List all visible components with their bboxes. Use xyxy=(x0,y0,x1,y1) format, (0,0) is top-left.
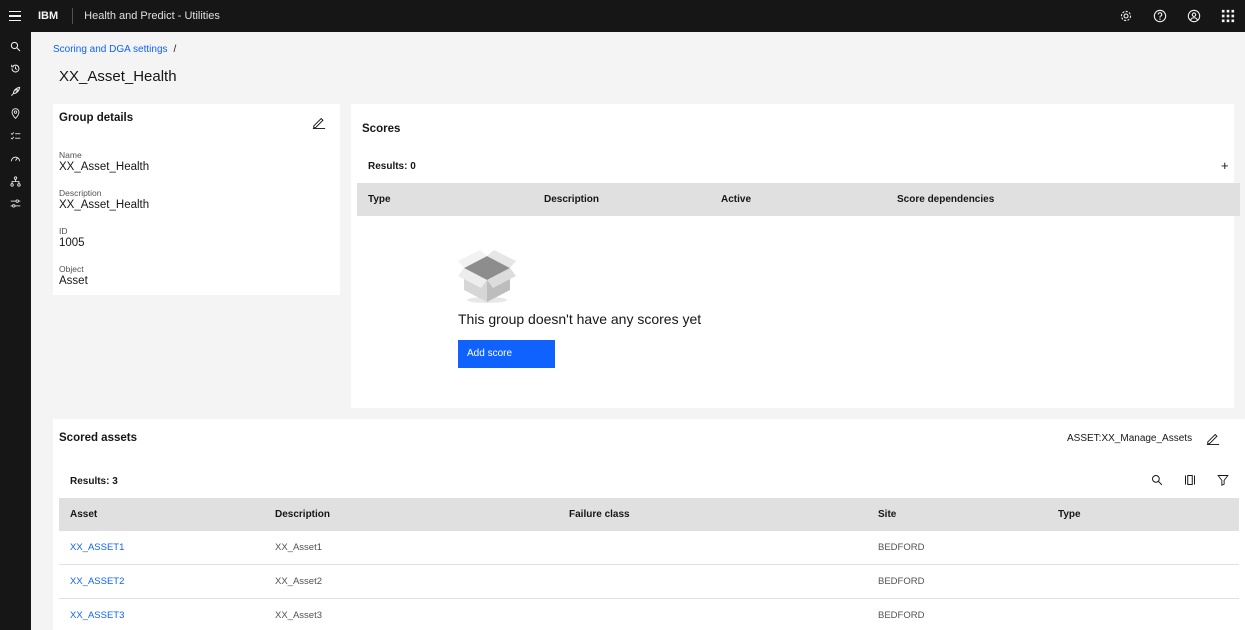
menu-icon[interactable] xyxy=(0,0,30,32)
field-value-description: XX_Asset_Health xyxy=(59,199,150,211)
asset-link[interactable]: XX_ASSET2 xyxy=(70,565,124,599)
empty-state-message: This group doesn't have any scores yet xyxy=(458,311,702,327)
column-header-description[interactable]: Description xyxy=(275,498,330,531)
search-icon[interactable] xyxy=(0,35,31,58)
field-value-object: Asset xyxy=(59,275,88,287)
table-row[interactable]: XX_ASSET3 XX_Asset3 BEDFORD xyxy=(59,599,1239,630)
table-row[interactable]: XX_ASSET2 XX_Asset2 BEDFORD xyxy=(59,565,1239,599)
asset-query-label: ASSET:XX_Manage_Assets xyxy=(1067,433,1193,444)
field-label-id: ID xyxy=(59,226,68,236)
edit-icon[interactable] xyxy=(312,115,328,131)
column-header-type[interactable]: Type xyxy=(368,183,391,216)
settings-icon[interactable] xyxy=(1109,0,1143,32)
search-icon[interactable] xyxy=(1151,473,1167,489)
column-header-type[interactable]: Type xyxy=(1058,498,1081,531)
column-header-asset[interactable]: Asset xyxy=(70,498,97,531)
asset-description: XX_Asset2 xyxy=(275,576,322,587)
header-actions xyxy=(1109,0,1245,32)
breadcrumb: Scoring and DGA settings / xyxy=(53,44,176,55)
location-icon[interactable] xyxy=(0,103,31,126)
filter-icon[interactable] xyxy=(1217,473,1233,489)
scores-table-header: Type Description Active Score dependenci… xyxy=(357,183,1240,216)
empty-box-icon xyxy=(458,250,516,309)
side-nav xyxy=(0,32,31,630)
assets-table-header: Asset Description Failure class Site Typ… xyxy=(59,498,1239,531)
field-value-id: 1005 xyxy=(59,237,85,249)
group-details-card: Group details Name XX_Asset_Health Descr… xyxy=(53,104,340,295)
columns-icon[interactable] xyxy=(1184,473,1200,489)
field-label-name: Name xyxy=(59,150,82,160)
field-label-object: Object xyxy=(59,264,84,274)
recent-icon[interactable] xyxy=(0,58,31,81)
user-icon[interactable] xyxy=(1177,0,1211,32)
gauge-icon[interactable] xyxy=(0,148,31,171)
hierarchy-icon[interactable] xyxy=(0,170,31,193)
scored-assets-card: Scored assets ASSET:XX_Manage_Assets Res… xyxy=(53,419,1245,630)
scored-assets-title: Scored assets xyxy=(59,432,137,444)
add-score-button[interactable]: Add score xyxy=(458,340,555,368)
scores-title: Scores xyxy=(362,123,401,135)
sliders-icon[interactable] xyxy=(0,193,31,216)
field-label-description: Description xyxy=(59,188,102,198)
column-header-site[interactable]: Site xyxy=(878,498,896,531)
breadcrumb-link[interactable]: Scoring and DGA settings xyxy=(53,44,168,55)
column-header-score-dependencies[interactable]: Score dependencies xyxy=(897,183,994,216)
page-title: XX_Asset_Health xyxy=(59,68,177,85)
rocket-icon[interactable] xyxy=(0,80,31,103)
asset-link[interactable]: XX_ASSET1 xyxy=(70,531,124,565)
checklist-icon[interactable] xyxy=(0,125,31,148)
top-header: IBM Health and Predict - Utilities xyxy=(0,0,1245,32)
asset-site: BEDFORD xyxy=(878,610,925,621)
asset-description: XX_Asset1 xyxy=(275,542,322,553)
asset-description: XX_Asset3 xyxy=(275,610,322,621)
asset-site: BEDFORD xyxy=(878,542,925,553)
edit-query-icon[interactable] xyxy=(1206,431,1222,447)
help-icon[interactable] xyxy=(1143,0,1177,32)
breadcrumb-separator: / xyxy=(173,44,177,55)
column-header-failure-class[interactable]: Failure class xyxy=(569,498,630,531)
column-header-description[interactable]: Description xyxy=(544,183,599,216)
app-title: Health and Predict - Utilities xyxy=(84,10,220,22)
scores-card: Scores Results: 0 + Type Description Act… xyxy=(351,104,1240,408)
scores-results-count: Results: 0 xyxy=(368,161,416,172)
column-header-active[interactable]: Active xyxy=(721,183,751,216)
assets-results-count: Results: 3 xyxy=(70,476,118,487)
app-switcher-icon[interactable] xyxy=(1211,0,1245,32)
brand-name[interactable]: IBM xyxy=(30,8,74,24)
add-icon[interactable]: + xyxy=(1221,158,1229,173)
field-value-name: XX_Asset_Health xyxy=(59,161,150,173)
asset-link[interactable]: XX_ASSET3 xyxy=(70,599,124,630)
table-row[interactable]: XX_ASSET1 XX_Asset1 BEDFORD xyxy=(59,531,1239,565)
group-details-title: Group details xyxy=(59,112,134,124)
asset-site: BEDFORD xyxy=(878,576,925,587)
